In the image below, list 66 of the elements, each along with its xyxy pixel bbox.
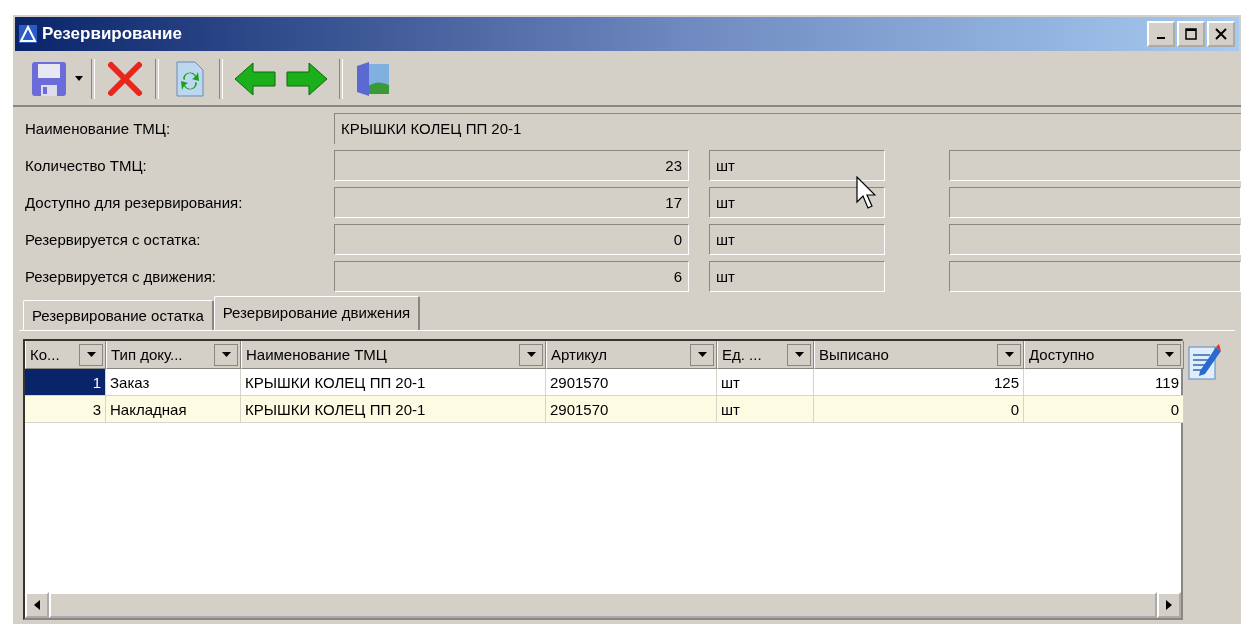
scroll-right-button[interactable] [1157, 592, 1181, 618]
caret-icon [75, 76, 83, 82]
column-header[interactable]: Выписано [814, 341, 1024, 369]
name-field: КРЫШКИ КОЛЕЦ ПП 20-1 [334, 113, 1241, 144]
right-arrow-icon [1166, 600, 1172, 610]
app-icon [19, 25, 37, 43]
left-arrow-icon [34, 600, 40, 610]
table-cell: 2901570 [546, 396, 717, 423]
column-title: Наименование ТМЦ [246, 346, 388, 363]
field-label: Резервируется с остатка: [24, 231, 202, 248]
column-header[interactable]: Тип доку... [106, 341, 241, 369]
maximize-button[interactable] [1177, 21, 1205, 47]
quantity-field: 17 [334, 187, 689, 218]
filter-dropdown-button[interactable] [997, 343, 1021, 366]
filter-dropdown-button[interactable] [1157, 343, 1181, 366]
column-title: Ед. ... [722, 346, 763, 363]
table-cell: 3 [25, 396, 106, 423]
caret-icon [86, 351, 96, 358]
table-cell: шт [717, 396, 814, 423]
column-header[interactable]: Наименование ТМЦ [241, 341, 546, 369]
window-title: Резервирование [42, 24, 183, 44]
column-header[interactable]: Ко... [25, 341, 106, 369]
filter-dropdown-button[interactable] [79, 343, 103, 366]
column-title: Доступно [1029, 346, 1096, 363]
filter-dropdown-button[interactable] [519, 343, 543, 366]
caret-icon [697, 351, 707, 358]
unit-field: шт [709, 261, 885, 292]
unit-field: шт [709, 224, 885, 255]
maximize-icon [1185, 28, 1197, 40]
column-header[interactable]: Доступно [1024, 341, 1184, 369]
minimize-button[interactable] [1147, 21, 1175, 47]
close-button[interactable] [1207, 21, 1235, 47]
caret-icon [1004, 351, 1014, 358]
mouse-cursor-icon [856, 176, 876, 210]
unit-field: шт [709, 187, 885, 218]
table-cell: 1 [25, 369, 106, 396]
table-cell: Накладная [106, 396, 241, 423]
close-icon [1215, 28, 1227, 40]
column-title: Артикул [551, 346, 608, 363]
quantity-field: 6 [334, 261, 689, 292]
filter-dropdown-button[interactable] [690, 343, 714, 366]
column-title: Выписано [819, 346, 890, 363]
unit-field: шт [709, 150, 885, 181]
column-header[interactable]: Ед. ... [717, 341, 814, 369]
scroll-left-button[interactable] [25, 592, 49, 618]
column-title: Тип доку... [111, 346, 184, 363]
field-label: Доступно для резервирования: [24, 194, 244, 211]
caret-icon [526, 351, 536, 358]
table-cell: КРЫШКИ КОЛЕЦ ПП 20-1 [241, 396, 546, 423]
table-cell: 0 [814, 396, 1024, 423]
field-label: Резервируется с движения: [24, 268, 218, 285]
column-header[interactable]: Артикул [546, 341, 717, 369]
caret-icon [1164, 351, 1174, 358]
quantity-field: 23 [334, 150, 689, 181]
caret-icon [221, 351, 231, 358]
minimize-icon [1157, 37, 1165, 39]
tab[interactable]: Резервирование остатка [23, 300, 214, 330]
column-title: Ко... [30, 346, 61, 363]
filter-dropdown-button[interactable] [214, 343, 238, 366]
caret-icon [794, 351, 804, 358]
table-cell: 0 [1024, 396, 1184, 423]
field-label: Наименование ТМЦ: [24, 120, 172, 137]
filter-dropdown-button[interactable] [787, 343, 811, 366]
tab[interactable]: Резервирование движения [213, 296, 421, 330]
quantity-field: 0 [334, 224, 689, 255]
field-label: Количество ТМЦ: [24, 157, 148, 174]
